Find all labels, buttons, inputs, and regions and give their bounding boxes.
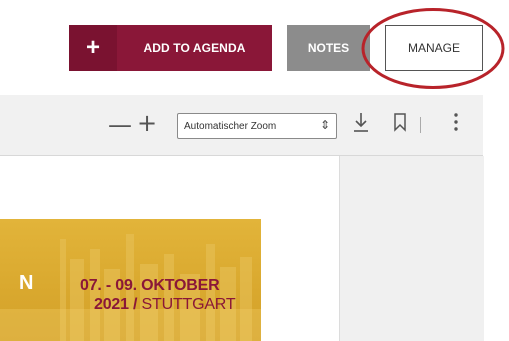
zoom-select[interactable]: Automatischer Zoom ⇕ — [177, 113, 337, 139]
add-to-agenda-label: ADD TO AGENDA — [143, 41, 246, 55]
toolbar-divider — [420, 117, 421, 133]
plus-icon: + — [69, 25, 117, 71]
add-to-agenda-button[interactable]: + ADD TO AGENDA — [69, 25, 272, 71]
viewer-toolbar: — + Automatischer Zoom ⇕ — [0, 95, 483, 156]
select-chevron-icon: ⇕ — [319, 118, 330, 132]
event-banner: N 07. - 09. OKTOBER 2021 / STUTTGART — [0, 219, 261, 341]
zoom-in-icon[interactable]: + — [137, 109, 157, 137]
event-date: 07. - 09. OKTOBER — [80, 277, 220, 294]
notes-button[interactable]: NOTES — [287, 25, 370, 71]
more-options-icon[interactable] — [453, 111, 459, 137]
banner-partial-text: N — [19, 272, 34, 294]
bookmark-icon[interactable] — [393, 111, 407, 137]
event-year: 2021 / — [94, 296, 138, 313]
zoom-out-icon[interactable]: — — [108, 111, 132, 139]
zoom-select-value: Automatischer Zoom — [184, 120, 277, 132]
sidebar-gutter — [339, 156, 484, 341]
event-location: 2021 / STUTTGART — [94, 296, 236, 314]
download-icon[interactable] — [352, 110, 370, 138]
manage-button[interactable]: MANAGE — [385, 25, 483, 71]
event-city: STUTTGART — [137, 296, 236, 313]
